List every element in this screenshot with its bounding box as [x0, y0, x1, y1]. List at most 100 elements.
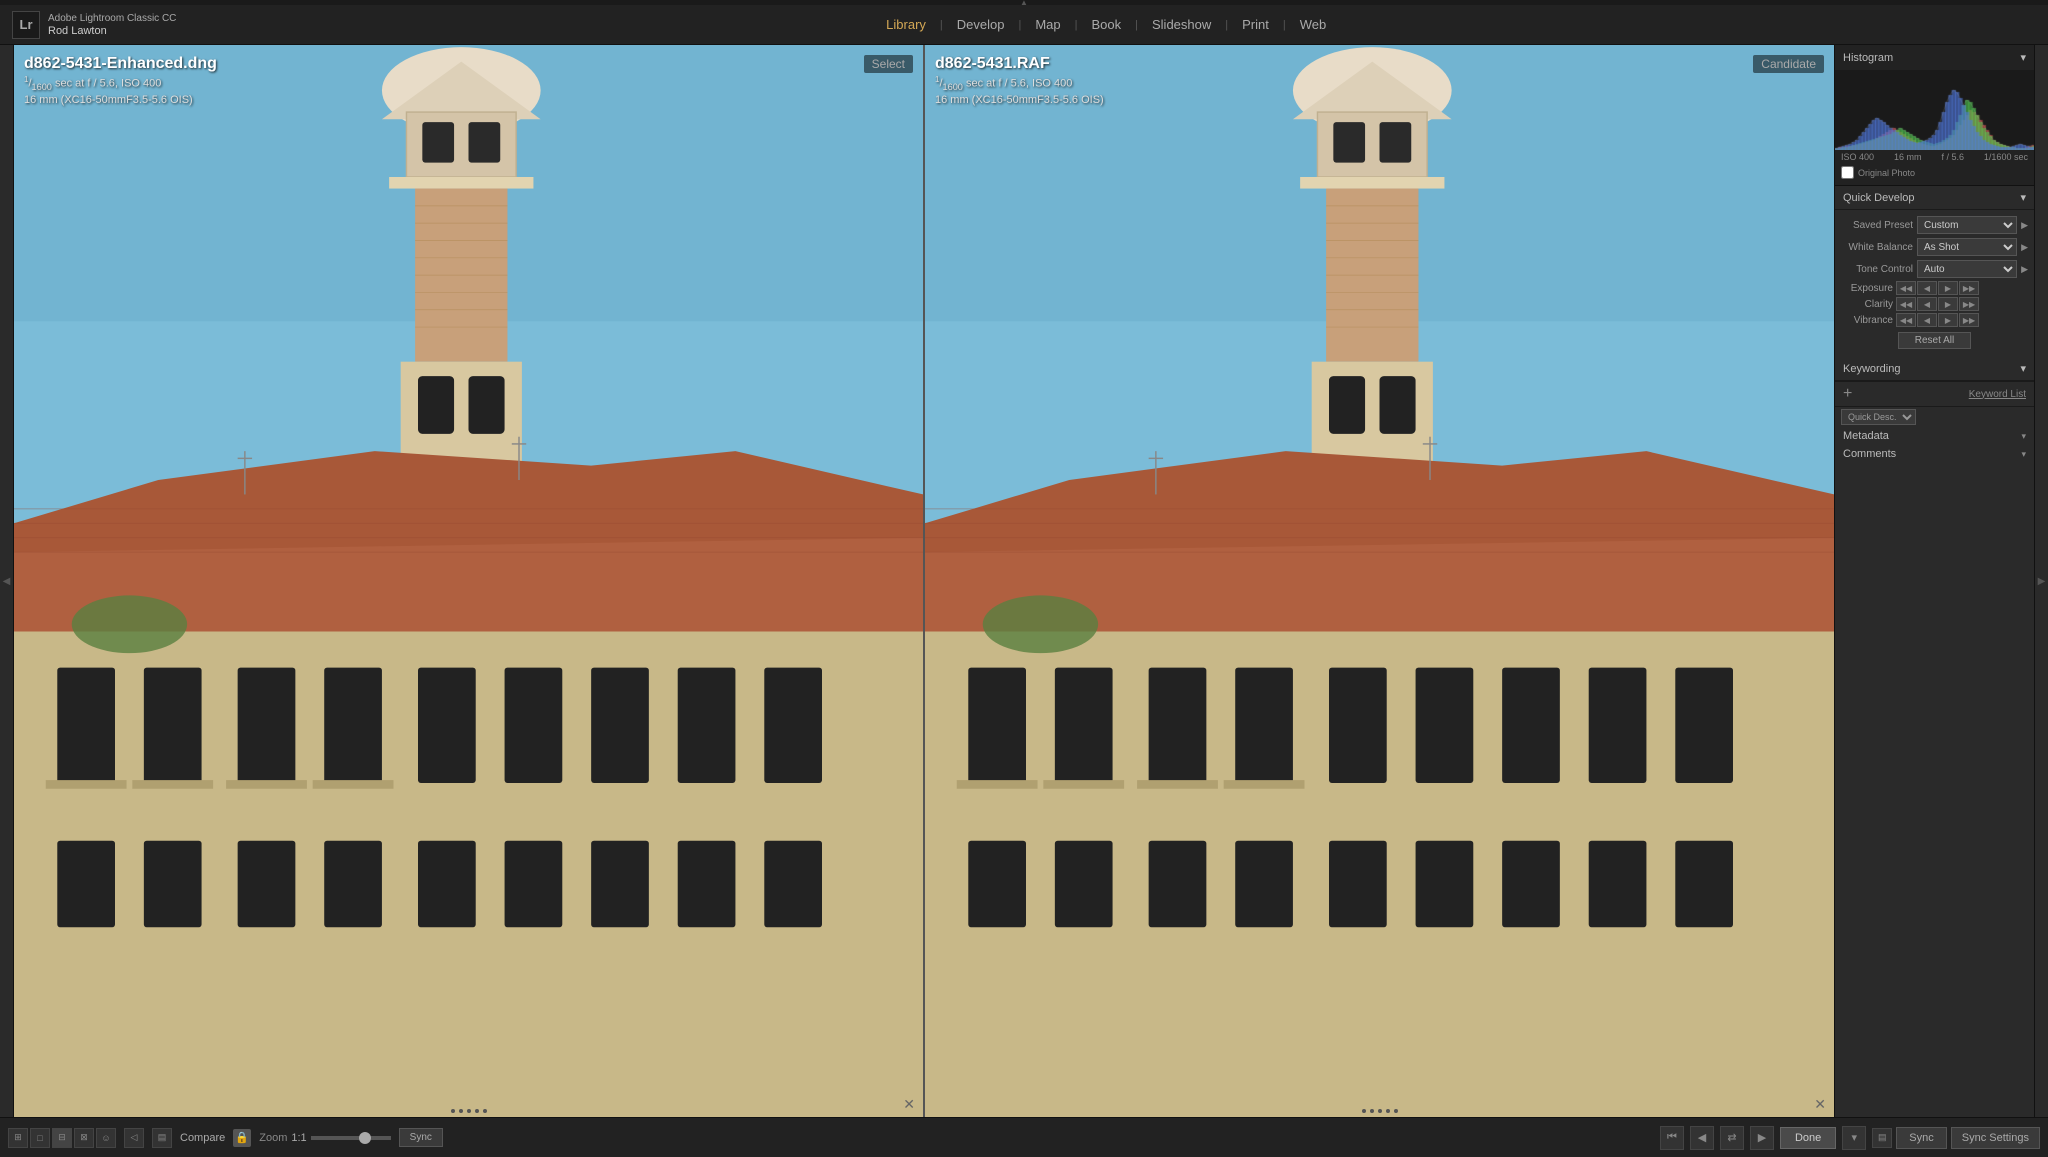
clarity-dbl-decrease[interactable]: ◀◀	[1896, 297, 1916, 311]
select-photo[interactable]: d862-5431-Enhanced.dng 1/1600 sec at f /…	[14, 45, 923, 1117]
exposure-row: Exposure ◀◀ ◀ ▶ ▶▶	[1835, 280, 2034, 296]
clarity-increase[interactable]: ▶	[1938, 297, 1958, 311]
exposure-decrease[interactable]: ◀	[1917, 281, 1937, 295]
filmstrip-icon[interactable]: ▤	[152, 1128, 172, 1148]
left-scroll-indicator	[451, 1109, 487, 1113]
vibrance-increase[interactable]: ▶	[1938, 313, 1958, 327]
keyword-list-bar: + Keyword List	[1835, 381, 2034, 407]
histogram-header[interactable]: Histogram ▾	[1835, 45, 2034, 70]
left-panel-close[interactable]: ✕	[903, 1096, 915, 1113]
clarity-row: Clarity ◀◀ ◀ ▶ ▶▶	[1835, 296, 2034, 312]
clarity-dbl-increase[interactable]: ▶▶	[1959, 297, 1979, 311]
left-chevron-icon: ◀	[3, 576, 11, 587]
white-balance-select[interactable]: As Shot	[1917, 238, 2017, 256]
zoom-value: 1:1	[291, 1132, 306, 1144]
white-balance-row: White Balance As Shot ▶	[1835, 236, 2034, 258]
add-keyword-button[interactable]: +	[1843, 386, 1852, 402]
histogram-section: Histogram ▾ ISO 400 16 mm f / 5.6 1/1600…	[1835, 45, 2034, 186]
quick-desc-select[interactable]: Quick Desc.	[1841, 409, 1916, 425]
keyword-list-link[interactable]: Keyword List	[1969, 389, 2026, 400]
hist-focal: 16 mm	[1894, 152, 1922, 162]
grid-view-button[interactable]: ⊞	[8, 1128, 28, 1148]
vibrance-dbl-decrease[interactable]: ◀◀	[1896, 313, 1916, 327]
zoom-slider[interactable]	[311, 1136, 391, 1140]
comments-arrow[interactable]: ▾	[2021, 449, 2026, 460]
clarity-decrease[interactable]: ◀	[1917, 297, 1937, 311]
compare-area: d862-5431-Enhanced.dng 1/1600 sec at f /…	[14, 45, 1834, 1117]
compare-images: d862-5431-Enhanced.dng 1/1600 sec at f /…	[14, 45, 1834, 1117]
quick-desc-row: Quick Desc.	[1835, 407, 2034, 427]
nav-print[interactable]: Print	[1232, 13, 1279, 36]
right-filename: d862-5431.RAF	[935, 55, 1104, 73]
tone-control-select[interactable]: Auto	[1917, 260, 2017, 278]
exposure-increase[interactable]: ▶	[1938, 281, 1958, 295]
quick-develop-section: Quick Develop ▾ Saved Preset Custom ▶ Wh…	[1835, 186, 2034, 357]
saved-preset-row: Saved Preset Custom ▶	[1835, 214, 2034, 236]
tone-control-label: Tone Control	[1841, 264, 1913, 275]
right-scroll-indicator	[1362, 1109, 1398, 1113]
candidate-photo[interactable]: d862-5431.RAF 1/1600 sec at f / 5.6, ISO…	[925, 45, 1834, 1117]
original-photo-checkbox[interactable]	[1841, 166, 1854, 179]
candidate-label: Candidate	[1753, 55, 1824, 73]
exposure-dbl-increase[interactable]: ▶▶	[1959, 281, 1979, 295]
nav-map[interactable]: Map	[1025, 13, 1070, 36]
saved-preset-select[interactable]: Custom	[1917, 216, 2017, 234]
original-photo-row: Original Photo	[1835, 164, 2034, 181]
left-filmstrip-icon[interactable]: ◁	[124, 1128, 144, 1148]
right-panel-close[interactable]: ✕	[1814, 1096, 1826, 1113]
nav-next[interactable]: ▶	[1750, 1126, 1774, 1150]
app-name: Adobe Lightroom Classic CC	[48, 13, 176, 24]
saved-preset-label: Saved Preset	[1841, 220, 1913, 231]
lock-button[interactable]: 🔒	[233, 1129, 251, 1147]
app-logo: Lr Adobe Lightroom Classic CC Rod Lawton	[12, 11, 176, 39]
nav-prev-prev[interactable]: ⏮	[1660, 1126, 1684, 1150]
quick-develop-content: Saved Preset Custom ▶ White Balance As S…	[1835, 210, 2034, 357]
lr-logo-text: Lr	[20, 17, 33, 32]
bottom-extra-controls: ▤ Sync Sync Settings	[1872, 1127, 2040, 1149]
left-panel-toggle[interactable]: ◀	[0, 45, 14, 1117]
clarity-buttons: ◀◀ ◀ ▶ ▶▶	[1896, 297, 1979, 311]
nav-prev[interactable]: ◀	[1690, 1126, 1714, 1150]
quick-develop-header[interactable]: Quick Develop ▾	[1835, 186, 2034, 210]
nav-library[interactable]: Library	[876, 13, 936, 36]
nav-develop[interactable]: Develop	[947, 13, 1015, 36]
lr-logo-box: Lr	[12, 11, 40, 39]
reset-all-button[interactable]: Reset All	[1898, 332, 1971, 349]
zoom-section: Zoom 1:1	[259, 1132, 390, 1144]
right-meta-shutter: 1/1600 sec at f / 5.6, ISO 400	[935, 75, 1104, 92]
vibrance-dbl-increase[interactable]: ▶▶	[1959, 313, 1979, 327]
nav-book[interactable]: Book	[1082, 13, 1132, 36]
tone-control-arrow[interactable]: ▶	[2021, 264, 2028, 275]
keywording-header[interactable]: Keywording ▾	[1835, 357, 2034, 381]
nav-extra[interactable]: ▾	[1842, 1126, 1866, 1150]
survey-view-button[interactable]: ⊠	[74, 1128, 94, 1148]
right-panel-toggle[interactable]: ▶	[2034, 45, 2048, 1117]
sync-settings-button[interactable]: Sync Settings	[1951, 1127, 2040, 1149]
white-balance-label: White Balance	[1841, 242, 1913, 253]
people-view-button[interactable]: ☺	[96, 1128, 116, 1148]
vibrance-label: Vibrance	[1841, 315, 1893, 326]
saved-preset-arrow[interactable]: ▶	[2021, 220, 2028, 231]
swap-button[interactable]: ⇄	[1720, 1126, 1744, 1150]
sync-bottom-button[interactable]: Sync	[1896, 1127, 1946, 1149]
main-layout: ◀	[0, 45, 2048, 1117]
exposure-dbl-decrease[interactable]: ◀◀	[1896, 281, 1916, 295]
nav-web[interactable]: Web	[1290, 13, 1337, 36]
sync-button[interactable]: Sync	[399, 1128, 443, 1147]
compare-view-button[interactable]: ⊟	[52, 1128, 72, 1148]
vibrance-decrease[interactable]: ◀	[1917, 313, 1937, 327]
hist-iso: ISO 400	[1841, 152, 1874, 162]
done-button[interactable]: Done	[1780, 1127, 1836, 1149]
left-filename: d862-5431-Enhanced.dng	[24, 55, 217, 73]
white-balance-arrow[interactable]: ▶	[2021, 242, 2028, 253]
hist-shutter: 1/1600 sec	[1984, 152, 2028, 162]
metadata-arrow[interactable]: ▾	[2021, 431, 2026, 442]
view-mode-buttons: ⊞ □ ⊟ ⊠ ☺	[8, 1128, 116, 1148]
clarity-label: Clarity	[1841, 299, 1893, 310]
nav-slideshow[interactable]: Slideshow	[1142, 13, 1221, 36]
zoom-thumb[interactable]	[359, 1132, 371, 1144]
bottom-left-panel[interactable]: ▤	[1872, 1128, 1892, 1148]
loupe-view-button[interactable]: □	[30, 1128, 50, 1148]
comments-label: Comments	[1843, 448, 1896, 460]
top-arrow-icon: ▲	[1020, 0, 1028, 7]
